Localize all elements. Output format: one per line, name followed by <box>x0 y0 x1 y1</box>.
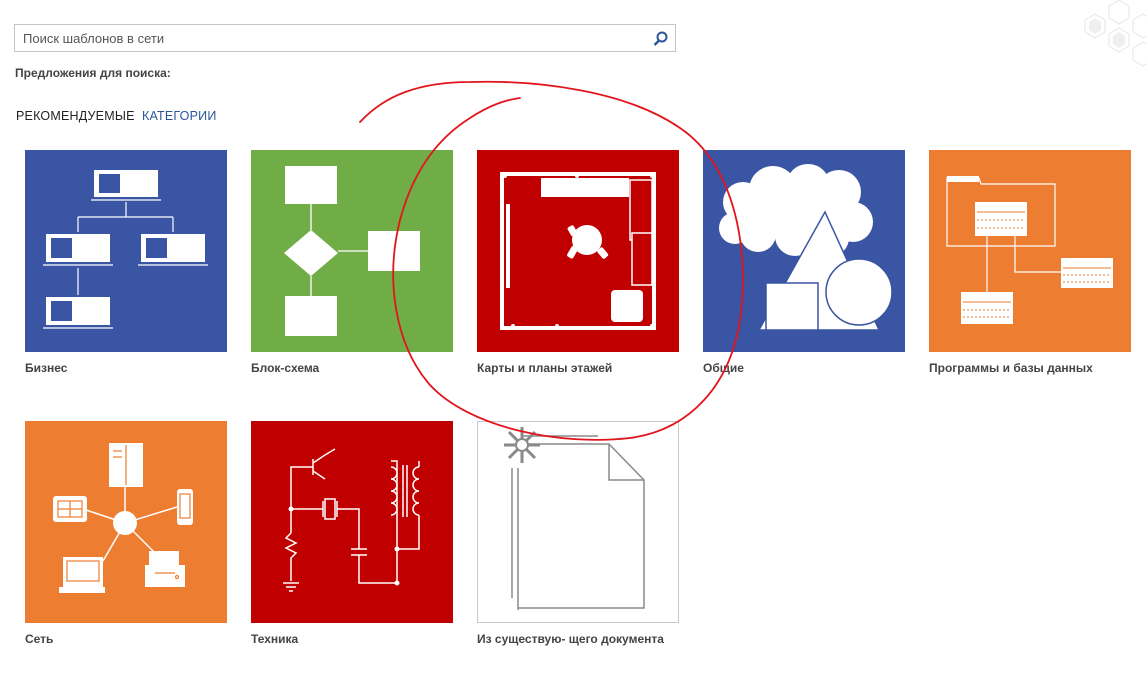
template-tile-flowchart[interactable] <box>251 150 453 352</box>
search-input[interactable] <box>15 25 645 51</box>
template-tile-floor-plans[interactable] <box>477 150 679 352</box>
database-diagram-icon <box>946 176 1113 324</box>
template-tile-software-databases[interactable] <box>929 150 1131 352</box>
tab-categories[interactable]: КАТЕГОРИИ <box>142 109 217 123</box>
tile-label: Из существую- щего документа <box>477 632 664 646</box>
tab-featured[interactable]: РЕКОМЕНДУЕМЫЕ <box>16 109 135 123</box>
new-from-existing-icon <box>504 427 645 610</box>
search-suggestions-label: Предложения для поиска: <box>15 66 171 80</box>
network-icon <box>53 443 193 593</box>
flowchart-icon <box>284 166 420 336</box>
tile-label: Сеть <box>25 632 54 646</box>
tile-label: Блок-схема <box>251 361 320 375</box>
template-tile-new-from-existing[interactable] <box>477 421 679 623</box>
search-icon[interactable] <box>651 29 671 49</box>
template-search-box <box>14 24 676 52</box>
floor-plan-icon <box>500 172 656 330</box>
template-tile-general[interactable] <box>703 150 905 352</box>
tile-label: Техника <box>251 632 299 646</box>
tile-label: Общие <box>703 361 744 375</box>
tile-label: Карты и планы этажей <box>477 361 613 375</box>
circuit-icon <box>283 448 420 592</box>
template-tile-business[interactable] <box>25 150 227 352</box>
tile-label: Программы и базы данных <box>929 361 1093 375</box>
tile-label: Бизнес <box>25 361 68 375</box>
decorative-hexagon-pattern <box>1084 0 1147 67</box>
basic-shapes-icon <box>719 164 893 331</box>
template-tile-network[interactable] <box>25 421 227 623</box>
org-chart-icon <box>43 170 208 329</box>
template-tile-engineering[interactable] <box>251 421 453 623</box>
